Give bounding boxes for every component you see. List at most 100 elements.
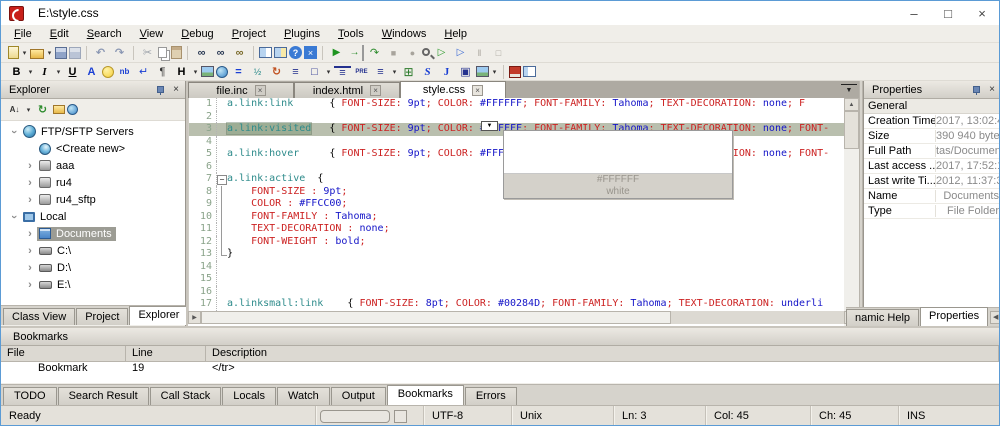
code-line-13[interactable]: 13} bbox=[189, 248, 844, 261]
chevron-right-icon[interactable]: › bbox=[23, 194, 37, 206]
property-row[interactable]: Creation Time2017, 13:02:46 bbox=[864, 114, 1000, 129]
code-line-10[interactable]: 10 FONT-FAMILY : Tahoma; bbox=[189, 211, 844, 224]
scroll-right-icon[interactable]: ▶ bbox=[188, 311, 201, 324]
tab-file-inc[interactable]: file.inc× bbox=[188, 82, 294, 98]
browser-preview-button[interactable] bbox=[274, 47, 287, 58]
pause-button[interactable]: ‖ bbox=[471, 45, 488, 61]
title-bar[interactable]: E:\style.css – □ × bbox=[1, 1, 999, 25]
chevron-right-icon[interactable]: › bbox=[23, 177, 37, 189]
align-top-button[interactable]: ≡ bbox=[334, 66, 351, 77]
media-button[interactable] bbox=[476, 66, 489, 77]
continue-button[interactable]: ▷ bbox=[452, 45, 469, 61]
snippets-button[interactable] bbox=[509, 66, 521, 78]
pin-icon[interactable] bbox=[156, 85, 165, 95]
tree-item-create-new[interactable]: ›<Create new> bbox=[1, 140, 185, 157]
stop-button[interactable]: ■ bbox=[385, 45, 402, 61]
stop-all-button[interactable]: □ bbox=[490, 45, 507, 61]
fold-marker-icon[interactable] bbox=[217, 186, 227, 199]
code-line-9[interactable]: 9 COLOR : #FFCC00; bbox=[189, 198, 844, 211]
browse-button[interactable] bbox=[67, 104, 78, 115]
style-button[interactable]: S bbox=[419, 64, 436, 80]
script-button[interactable]: J bbox=[438, 64, 455, 80]
menu-help[interactable]: Help bbox=[435, 27, 476, 41]
column-line[interactable]: Line bbox=[126, 346, 206, 361]
tab-project[interactable]: Project bbox=[76, 308, 128, 325]
fold-marker-icon[interactable] bbox=[217, 198, 227, 211]
code-line-15[interactable]: 15 bbox=[189, 273, 844, 286]
hyperlink-button[interactable] bbox=[216, 66, 228, 78]
status-insert-mode[interactable]: INS bbox=[899, 406, 999, 426]
italic-button-dropdown-icon[interactable]: ▾ bbox=[54, 68, 63, 76]
tab-bookmarks[interactable]: Bookmarks bbox=[387, 385, 464, 405]
menu-search[interactable]: Search bbox=[78, 27, 131, 41]
chevron-right-icon[interactable]: › bbox=[23, 279, 37, 291]
tree-item-drive-d[interactable]: ›D:\ bbox=[1, 259, 185, 276]
cut-button[interactable]: ✂ bbox=[139, 45, 156, 61]
close-panel-icon[interactable]: × bbox=[987, 84, 997, 95]
help-button[interactable]: ? bbox=[289, 46, 302, 59]
open-file-button-dropdown-icon[interactable]: ▾ bbox=[45, 49, 54, 57]
tab-search-result[interactable]: Search Result bbox=[58, 387, 149, 405]
refresh-button[interactable]: ↻ bbox=[268, 64, 285, 80]
chevron-right-icon[interactable]: › bbox=[23, 160, 37, 172]
chevron-down-icon[interactable]: › bbox=[8, 125, 20, 139]
property-row[interactable]: NameDocuments bbox=[864, 189, 1000, 204]
menu-windows[interactable]: Windows bbox=[373, 27, 436, 41]
tab-namic-help[interactable]: namic Help bbox=[846, 309, 919, 326]
tab-list-icon[interactable]: ▼ bbox=[841, 84, 857, 96]
fold-marker-icon[interactable] bbox=[217, 248, 227, 261]
fold-marker-icon[interactable] bbox=[217, 173, 227, 186]
code-line-16[interactable]: 16 bbox=[189, 286, 844, 299]
div-container-button-dropdown-icon[interactable]: ▾ bbox=[324, 68, 333, 76]
status-encoding[interactable]: UTF-8 bbox=[424, 406, 512, 426]
code-line-11[interactable]: 11 TEXT-DECORATION : none; bbox=[189, 223, 844, 236]
bold-button-dropdown-icon[interactable]: ▾ bbox=[26, 68, 35, 76]
tab-output[interactable]: Output bbox=[331, 387, 386, 405]
tab-index-html[interactable]: index.html× bbox=[294, 82, 400, 98]
menu-tools[interactable]: Tools bbox=[329, 27, 373, 41]
tree-item-server-ru4[interactable]: ›ru4 bbox=[1, 174, 185, 191]
paste-button[interactable] bbox=[171, 46, 182, 59]
code-line-2[interactable]: 2 bbox=[189, 111, 844, 124]
align-justify-button[interactable]: ≡ bbox=[287, 64, 304, 80]
font-color-button[interactable]: A bbox=[83, 64, 100, 80]
step-into-button[interactable]: → bbox=[347, 45, 364, 61]
tree-item-documents[interactable]: ›Documents bbox=[1, 225, 185, 242]
new-file-button[interactable] bbox=[8, 46, 19, 59]
close-panel-icon[interactable]: × bbox=[171, 84, 181, 95]
insert-image-button[interactable] bbox=[201, 66, 214, 77]
breakpoint-button[interactable]: ● bbox=[404, 45, 421, 61]
fold-marker-icon[interactable] bbox=[217, 211, 227, 224]
horizontal-scroll-thumb[interactable] bbox=[201, 311, 671, 324]
underline-button[interactable]: U bbox=[64, 64, 81, 80]
new-folder-button[interactable] bbox=[53, 105, 65, 114]
pre-button[interactable]: PRE bbox=[353, 64, 370, 80]
table-button[interactable]: ⊞ bbox=[400, 64, 417, 80]
close-button[interactable]: × bbox=[965, 1, 999, 25]
run-to-cursor-button[interactable]: ▷ bbox=[433, 45, 450, 61]
bold-button[interactable]: B bbox=[8, 64, 25, 80]
column-description[interactable]: Description bbox=[206, 346, 999, 361]
nbsp-button[interactable]: nb bbox=[116, 64, 133, 80]
code-line-17[interactable]: 17a.linksmall:link { FONT-SIZE: 8pt; COL… bbox=[189, 298, 844, 311]
property-row[interactable]: Last access ...2017, 17:52:17 bbox=[864, 159, 1000, 174]
horizontal-rule-button[interactable]: = bbox=[230, 64, 247, 80]
menu-view[interactable]: View bbox=[131, 27, 173, 41]
tree-item-server-aaa[interactable]: ›aaa bbox=[1, 157, 185, 174]
line-break-button[interactable]: ↵ bbox=[135, 64, 152, 80]
bookmark-row[interactable]: Bookmark 19 </tr> bbox=[1, 362, 999, 376]
heading-button[interactable]: H bbox=[173, 64, 190, 80]
tab-style-css[interactable]: style.css× bbox=[400, 81, 506, 98]
new-file-button-dropdown-icon[interactable]: ▾ bbox=[20, 49, 29, 57]
chevron-right-icon[interactable]: › bbox=[23, 228, 37, 240]
tree-item-server-ru4-sftp[interactable]: ›ru4_sftp bbox=[1, 191, 185, 208]
progress-stop-button[interactable] bbox=[394, 410, 407, 423]
tab-explorer[interactable]: Explorer bbox=[129, 306, 188, 325]
code-line-1[interactable]: 1a.link:link { FONT-SIZE: 9pt; COLOR: #F… bbox=[189, 98, 844, 111]
div-container-button[interactable]: □ bbox=[306, 64, 323, 80]
paragraph-button[interactable]: ¶ bbox=[154, 64, 171, 80]
tree-item-drive-e[interactable]: ›E:\ bbox=[1, 276, 185, 293]
italic-button[interactable]: I bbox=[36, 64, 53, 80]
color-picker-dropdown-icon[interactable]: ▼ bbox=[481, 121, 498, 131]
form-button[interactable]: ▣ bbox=[457, 64, 474, 80]
